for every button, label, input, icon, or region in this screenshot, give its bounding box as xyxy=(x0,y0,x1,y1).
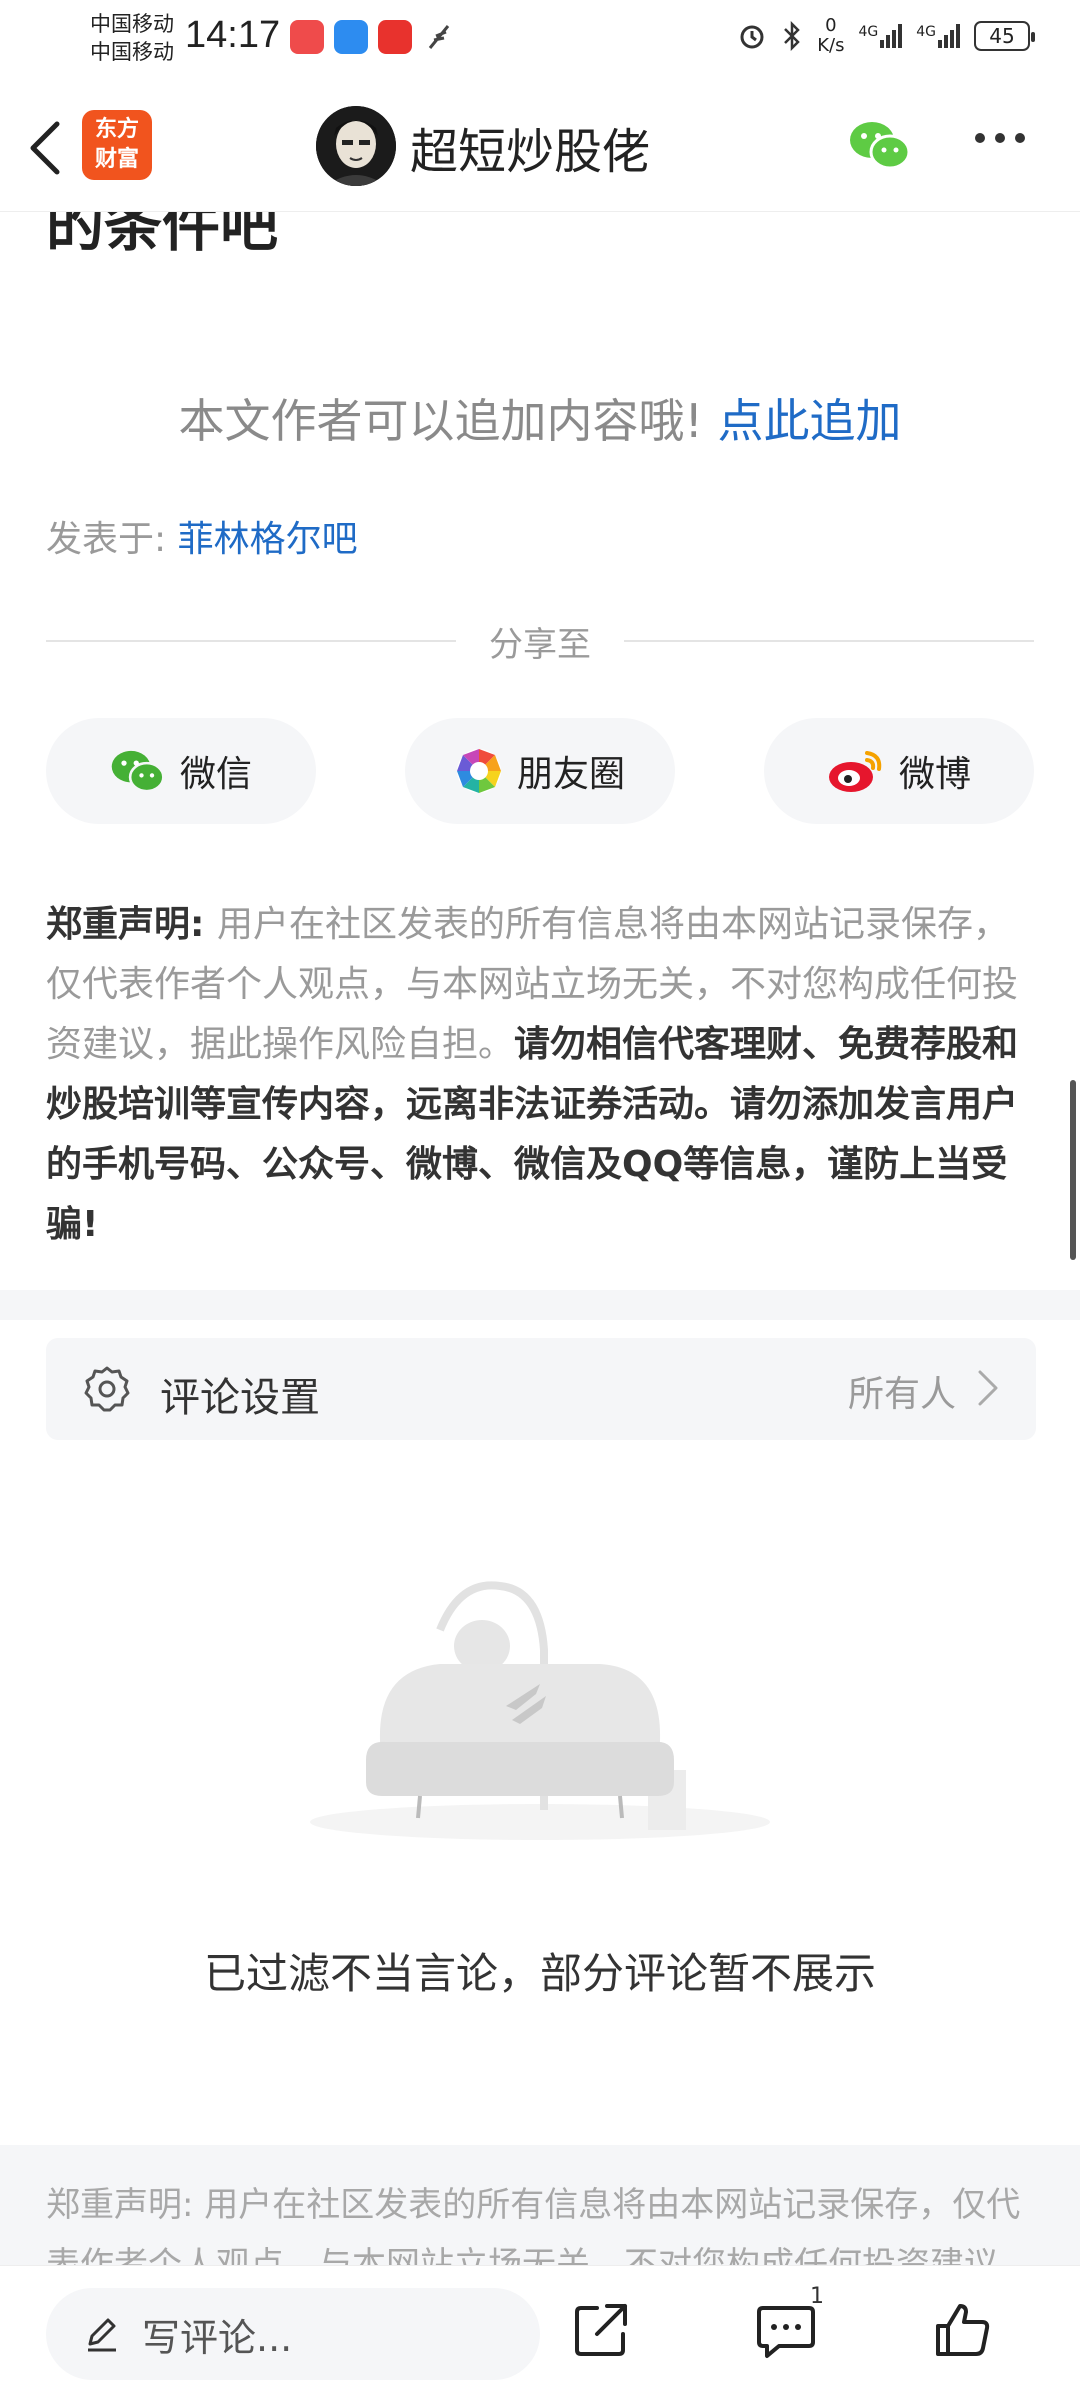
posted-label: 发表于: xyxy=(46,519,178,560)
carrier-2: 中国移动 xyxy=(90,40,174,64)
share-icon xyxy=(575,2304,627,2356)
share-buttons: 微信 朋友圈 微博 xyxy=(46,718,1034,824)
signal-1: 4G xyxy=(858,24,903,48)
chevron-left-icon xyxy=(30,121,60,175)
comment-settings-row[interactable]: 评论设置 所有人 xyxy=(46,1338,1036,1440)
huawei-store-icon xyxy=(290,20,324,54)
disclaimer-title: 郑重声明: xyxy=(46,904,217,945)
notification-icons xyxy=(290,20,456,54)
comment-count-badge: 1 xyxy=(810,2284,824,2309)
status-right: 0 K/s 4G 4G 45 xyxy=(737,16,1035,56)
net-speed-value: 0 xyxy=(825,15,837,36)
logo-line-1: 东方 xyxy=(94,117,139,142)
carrier-1: 中国移动 xyxy=(90,12,174,36)
back-button[interactable] xyxy=(20,113,70,183)
more-dot xyxy=(995,133,1005,143)
share-weibo-label: 微博 xyxy=(898,754,971,795)
comment-icon xyxy=(757,2306,815,2358)
author-avatar[interactable] xyxy=(316,106,396,186)
more-dot xyxy=(975,133,985,143)
gear-icon xyxy=(84,1366,130,1412)
divider-line xyxy=(624,640,1034,642)
write-comment-input[interactable]: 写评论... xyxy=(46,2288,540,2380)
wechat-share-button[interactable] xyxy=(848,118,912,176)
append-content-prompt: 本文作者可以追加内容哦! 点此追加 xyxy=(0,385,1080,451)
filtered-comments-note: 已过滤不当言论，部分评论暂不展示 xyxy=(203,1949,876,1998)
more-dot xyxy=(1015,133,1025,143)
append-content-link[interactable]: 点此追加 xyxy=(718,394,902,448)
author-name[interactable]: 超短炒股佬 xyxy=(410,112,650,182)
share-moments-label: 朋友圈 xyxy=(516,754,625,795)
append-prompt-text: 本文作者可以追加内容哦! xyxy=(178,394,703,448)
posted-bar-link[interactable]: 菲林格尔吧 xyxy=(178,519,358,560)
comment-settings-value: 所有人 xyxy=(847,1374,956,1415)
weather-icon xyxy=(334,20,368,54)
share-wechat-button[interactable]: 微信 xyxy=(46,718,316,824)
posted-in: 发表于: 菲林格尔吧 xyxy=(46,510,358,562)
disclaimer: 郑重声明: 用户在社区发表的所有信息将由本网站记录保存，仅代表作者个人观点，与本… xyxy=(46,895,1036,1255)
share-weibo-button[interactable]: 微博 xyxy=(764,718,1034,824)
share-wechat-label: 微信 xyxy=(179,754,252,795)
battery-indicator: 45 xyxy=(974,21,1035,51)
clock: 14:17 xyxy=(185,14,281,56)
more-options-button[interactable] xyxy=(975,133,1025,143)
bluetooth-icon xyxy=(784,21,800,51)
eastmoney-logo[interactable]: 东方 财富 xyxy=(82,110,152,180)
empty-comments-illustration xyxy=(290,1560,790,1860)
alarm-icon xyxy=(740,25,764,49)
news-app-icon xyxy=(378,20,412,54)
wechat-icon xyxy=(111,750,165,793)
like-button[interactable] xyxy=(922,2290,1002,2370)
signal-2: 4G xyxy=(916,24,960,48)
feather-icon xyxy=(422,20,456,54)
footer-disclaimer-text: 郑重声明: 用户在社区发表的所有信息将由本网站记录保存，仅代表作者个人观点，与本… xyxy=(46,2185,1032,2285)
pencil-icon xyxy=(88,2318,116,2352)
share-divider: 分享至 xyxy=(46,612,1034,665)
scroll-indicator[interactable] xyxy=(1070,1080,1076,1260)
footer-disclaimer: 郑重声明: 用户在社区发表的所有信息将由本网站记录保存，仅代表作者个人观点，与本… xyxy=(0,2145,1080,2285)
logo-line-2: 财富 xyxy=(94,147,139,172)
wechat-icon xyxy=(850,122,911,170)
signal-1-label: 4G xyxy=(858,24,879,40)
thumbs-up-icon xyxy=(936,2304,990,2356)
net-speed-unit: K/s xyxy=(817,35,845,56)
weibo-icon xyxy=(828,751,882,792)
chevron-right-icon xyxy=(978,1370,998,1406)
status-bar: 中国移动 中国移动 14:17 0 K/s 4G 4G 45 xyxy=(0,0,1080,78)
signal-2-label: 4G xyxy=(916,24,936,40)
comments-button[interactable]: 1 xyxy=(746,2284,826,2370)
bottom-action-bar: 写评论... 1 xyxy=(0,2265,1080,2400)
comment-placeholder: 写评论... xyxy=(142,2315,293,2360)
top-nav-bar: 东方 财富 超短炒股佬 xyxy=(0,78,1080,212)
moments-icon xyxy=(456,749,501,793)
section-separator xyxy=(0,1290,1080,1320)
share-moments-button[interactable]: 朋友圈 xyxy=(405,718,675,824)
carrier-labels: 中国移动 中国移动 xyxy=(90,10,174,66)
comment-settings-label: 评论设置 xyxy=(160,1375,320,1421)
net-speed: 0 K/s xyxy=(817,16,844,56)
share-button[interactable] xyxy=(561,2290,641,2370)
